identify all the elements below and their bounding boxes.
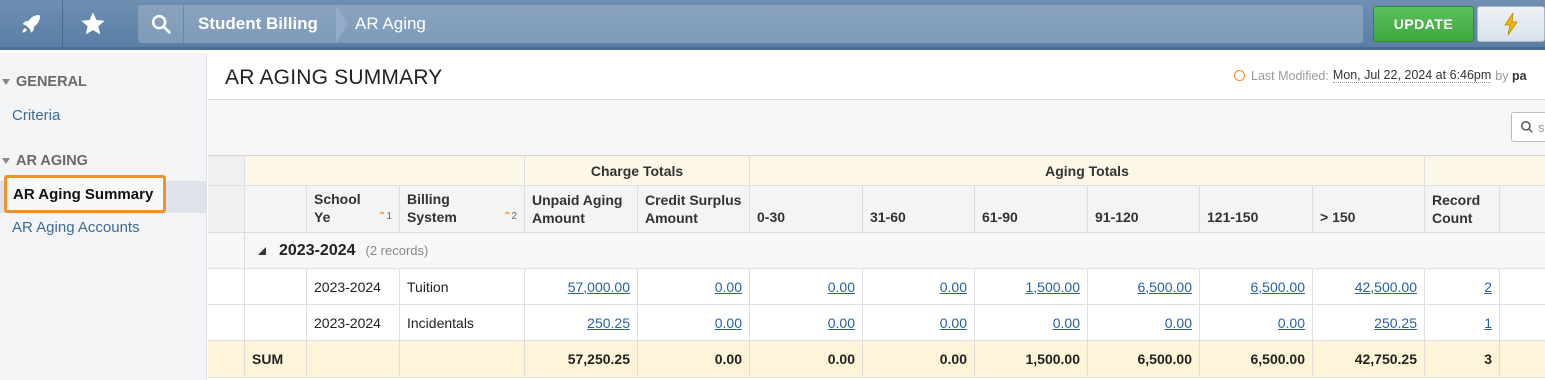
search-icon [1521,121,1533,133]
sidebar-section-ar-aging[interactable]: AR AGING [0,153,88,169]
table-cell: 2023-2024 [307,269,400,305]
breadcrumb-ar-aging: AR Aging [355,14,426,33]
sidebar: GENERAL Criteria AR AGING AR Aging Summa… [0,53,207,380]
update-button[interactable]: UPDATE [1373,6,1474,42]
table-link[interactable]: 1,500.00 [1026,279,1081,295]
table-link[interactable]: 0.00 [1053,315,1080,331]
group-row-2023-2024[interactable]: 2023-2024 (2 records) [245,233,1545,269]
table-cell: 2023-2024 [307,305,400,341]
sidebar-item-ar-aging-accounts[interactable]: AR Aging Accounts [12,219,140,236]
expand-triangle-icon [258,246,266,255]
grid-toolbar: s [208,100,1545,156]
sidebar-section-general[interactable]: GENERAL [0,74,87,90]
sum-cell: 0.00 [750,341,863,378]
group-header-aging-totals: Aging Totals [750,156,1425,186]
column-header-0-30[interactable]: 0-30 [750,186,863,233]
sum-cell: 3 [1425,341,1500,378]
table-link[interactable]: 2 [1484,279,1492,295]
sidebar-item-ar-aging-summary[interactable]: AR Aging Summary [4,175,166,213]
star-icon[interactable] [62,0,124,47]
collapse-triangle-icon [2,79,10,85]
search-icon[interactable] [138,5,184,43]
table-link[interactable]: 0.00 [940,315,967,331]
column-header-billing-system[interactable]: Billing System ⌃ 2 [400,186,525,233]
rocket-icon[interactable] [0,0,62,47]
ar-aging-grid: Charge Totals Aging Totals School Ye ⌃ 1 B… [208,156,1545,380]
table-link[interactable]: 42,500.00 [1355,279,1417,295]
sum-cell: 6,500.00 [1200,341,1313,378]
grid-search-input[interactable]: s [1511,112,1545,142]
sum-label: SUM [245,341,307,378]
sum-cell: 1,500.00 [975,341,1088,378]
column-header-31-60[interactable]: 31-60 [863,186,975,233]
table-cell: Incidentals [400,305,525,341]
main-content: AR AGING SUMMARY Last Modified: Mon, Jul… [208,53,1545,380]
clock-icon [1234,70,1245,81]
last-modified: Last Modified: Mon, Jul 22, 2024 at 6:46… [1234,68,1527,83]
table-link[interactable]: 250.25 [587,315,630,331]
lightning-icon[interactable] [1477,6,1545,42]
table-link[interactable]: 6,500.00 [1251,279,1306,295]
column-header-over-150[interactable]: > 150 [1313,186,1425,233]
sum-cell: 0.00 [638,341,750,378]
sum-cell: 0.00 [863,341,975,378]
column-header-91-120[interactable]: 91-120 [1088,186,1200,233]
sidebar-item-criteria[interactable]: Criteria [12,107,60,124]
column-header-record-count[interactable]: Record Count [1425,186,1500,233]
sort-asc-icon: ⌃ [503,211,512,222]
table-link[interactable]: 250.25 [1374,315,1417,331]
sum-cell: 42,750.25 [1313,341,1425,378]
column-header-121-150[interactable]: 121-150 [1200,186,1313,233]
breadcrumb-student-billing[interactable]: Student Billing [198,14,318,34]
group-header-charge-totals: Charge Totals [525,156,750,186]
table-link[interactable]: 1 [1484,315,1492,331]
last-modified-date: Mon, Jul 22, 2024 at 6:46pm [1332,68,1492,83]
table-cell: Tuition [400,269,525,305]
column-header-school-year[interactable]: School Ye ⌃ 1 [307,186,400,233]
table-link[interactable]: 6,500.00 [1138,279,1193,295]
column-header-unpaid-aging-amount[interactable]: Unpaid Aging Amount [525,186,638,233]
top-bar: Student Billing AR Aging UPDATE [0,0,1545,50]
column-header-credit-surplus-amount[interactable]: Credit Surplus Amount [638,186,750,233]
column-header-61-90[interactable]: 61-90 [975,186,1088,233]
table-link[interactable]: 0.00 [1165,315,1192,331]
breadcrumb-separator [336,5,348,43]
breadcrumb: Student Billing AR Aging [138,5,1363,43]
table-link[interactable]: 0.00 [828,315,855,331]
table-link[interactable]: 0.00 [828,279,855,295]
page-title: AR AGING SUMMARY [225,66,443,89]
collapse-triangle-icon [2,158,10,164]
sum-cell: 6,500.00 [1088,341,1200,378]
table-link[interactable]: 57,000.00 [568,279,630,295]
table-link[interactable]: 0.00 [940,279,967,295]
sum-cell: 57,250.25 [525,341,638,378]
sort-asc-icon: ⌃ [378,211,387,222]
modified-by: pa [1511,68,1527,83]
table-link[interactable]: 0.00 [715,279,742,295]
table-link[interactable]: 0.00 [715,315,742,331]
table-link[interactable]: 0.00 [1278,315,1305,331]
